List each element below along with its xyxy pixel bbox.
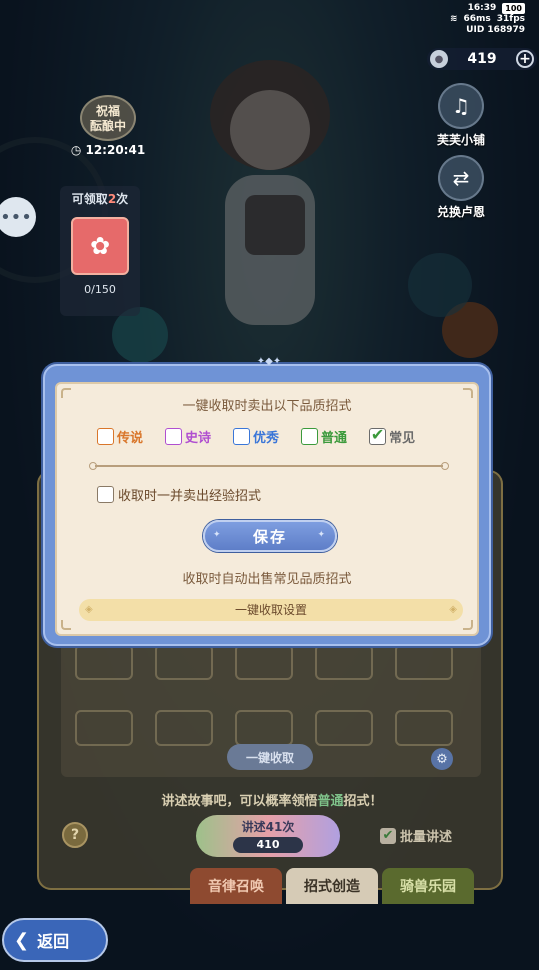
option-label: 常见 — [389, 431, 416, 446]
back-arrow-icon: ❮ — [14, 929, 30, 951]
grid-slot[interactable] — [315, 710, 373, 746]
shop-label: 芙芙小铺 — [436, 133, 485, 147]
sell-exp-label: 收取时一并卖出经验招式 — [118, 489, 262, 504]
diamond-icon: ◈ — [449, 604, 457, 615]
status-bar: 16:39 100 ≋ 66ms 31fps UID 168979 — [450, 3, 525, 36]
claim-panel: 可领取2次 ✿ 0/150 — [60, 186, 140, 316]
bottom-tabs: 音律召唤 招式创造 骑兽乐园 — [190, 868, 474, 904]
back-label: 返回 — [37, 932, 70, 951]
option-common[interactable]: ✔ 常见 — [369, 427, 415, 446]
uid-label: UID 168979 — [466, 25, 525, 35]
checkmark-icon: ✔ — [370, 425, 385, 444]
exchange-button[interactable]: ⇄ 兑换卢恩 — [426, 155, 496, 220]
corner-ornament — [61, 620, 71, 630]
exchange-label: 兑换卢恩 — [436, 205, 485, 219]
option-label: 史诗 — [185, 431, 212, 446]
checkbox[interactable]: ✔ — [369, 425, 387, 445]
claim-progress: 0/150 — [84, 283, 116, 296]
diamond-icon: ◈ — [85, 604, 93, 615]
checkbox[interactable] — [97, 428, 114, 445]
option-label: 传说 — [117, 431, 144, 446]
dialog-content: 一键收取时卖出以下品质招式 传说 史诗 优秀 普通 ✔ 常见 收取时一并卖出经验… — [55, 382, 479, 636]
option-epic[interactable]: 史诗 — [165, 427, 211, 446]
blessing-badge: 祝福 酝酿中 — [80, 95, 136, 141]
quality-options: 传说 史诗 优秀 普通 ✔ 常见 — [97, 427, 437, 446]
grid-slot[interactable] — [155, 710, 213, 746]
grid-slot[interactable] — [155, 644, 213, 680]
checkbox[interactable] — [97, 486, 114, 503]
clock-icon: ◷ — [70, 143, 82, 157]
claim-count-label: 可领取2次 — [60, 190, 140, 207]
story-prefix: 讲述故事吧，可以概率领悟 — [161, 794, 318, 809]
diamond-icon: ✦ — [213, 530, 223, 540]
blessing-line1: 祝福 — [95, 104, 120, 118]
shop-button[interactable]: ♫ 芙芙小铺 — [426, 83, 496, 148]
grid-slot[interactable] — [315, 644, 373, 680]
wifi-icon: ≋ — [449, 14, 458, 24]
tab-music-summon[interactable]: 音律召唤 — [190, 868, 282, 904]
option-label: 优秀 — [253, 431, 280, 446]
currency-display: ● 419 + — [427, 48, 537, 70]
exchange-icon: ⇄ — [438, 155, 484, 201]
setting-label: 一键收取设置 — [234, 603, 307, 617]
currency-amount: 419 — [467, 51, 497, 67]
add-currency-button[interactable]: + — [516, 50, 534, 68]
divider — [89, 462, 449, 470]
checkbox[interactable] — [301, 428, 319, 445]
narrate-cost: 410 — [233, 837, 303, 853]
blessing-timer-text: 12:20:41 — [85, 143, 146, 157]
auto-sell-note: 收取时自动出售常见品质招式 — [182, 572, 352, 587]
battery-icon: 100 — [502, 3, 525, 14]
tab-mount-park[interactable]: 骑兽乐园 — [382, 868, 474, 904]
option-normal[interactable]: 普通 — [301, 427, 347, 446]
blessing-line2: 酝酿中 — [89, 119, 126, 133]
story-suffix: 招式！ — [343, 794, 383, 809]
option-label: 普通 — [321, 431, 348, 446]
save-button[interactable]: ✦ 保存 ✦ — [203, 520, 337, 552]
blessing-widget[interactable]: 祝福 酝酿中 ◷ 12:20:41 — [70, 95, 146, 157]
grid-slot[interactable] — [75, 710, 133, 746]
story-highlight: 普通 — [317, 794, 344, 809]
gear-icon[interactable]: ⚙ — [431, 748, 453, 770]
help-button[interactable]: ? — [62, 822, 88, 848]
claim-count: 2 — [107, 192, 117, 206]
grid-slot[interactable] — [235, 710, 293, 746]
batch-narrate-toggle[interactable]: ✔ 批量讲述 — [380, 826, 452, 845]
blessing-timer: ◷ 12:20:41 — [70, 143, 146, 157]
fps-label: 31fps — [496, 14, 525, 24]
clock: 16:39 — [467, 3, 497, 13]
gift-icon[interactable]: ✿ — [71, 217, 129, 275]
save-label: 保存 — [252, 527, 287, 546]
option-excellent[interactable]: 优秀 — [233, 427, 279, 446]
ping-label: 66ms — [463, 14, 491, 24]
narrate-label: 讲述41次 — [241, 820, 295, 834]
corner-ornament — [463, 620, 473, 630]
back-button[interactable]: ❮ 返回 — [2, 918, 108, 962]
grid-slot[interactable] — [395, 644, 453, 680]
grid-slot[interactable] — [235, 644, 293, 680]
grid-slot[interactable] — [395, 710, 453, 746]
coin-icon: ● — [430, 50, 448, 68]
tab-skill-create[interactable]: 招式创造 — [286, 868, 378, 904]
dialog-title: 一键收取时卖出以下品质招式 — [182, 399, 352, 414]
checkbox[interactable] — [233, 428, 251, 445]
sell-exp-option[interactable]: 收取时一并卖出经验招式 — [97, 485, 261, 504]
story-hint: 讲述故事吧，可以概率领悟普通招式！ — [39, 790, 505, 809]
claim-prefix: 可领取 — [71, 192, 108, 206]
chat-bubble-icon: ••• — [0, 206, 32, 228]
batch-narrate-label: 批量讲述 — [400, 830, 453, 845]
option-legendary[interactable]: 传说 — [97, 427, 143, 446]
shop-icon: ♫ — [438, 83, 484, 129]
ornament-icon: ✦◆✦ — [256, 356, 282, 367]
checkbox[interactable] — [165, 428, 183, 445]
claim-suffix: 次 — [116, 192, 129, 206]
checkbox-checked-icon: ✔ — [380, 827, 396, 844]
grid-slot[interactable] — [75, 644, 133, 680]
diamond-icon: ✦ — [317, 530, 327, 540]
sell-settings-dialog: ✦◆✦ 一键收取时卖出以下品质招式 传说 史诗 优秀 普通 ✔ 常见 收取时一并… — [43, 356, 491, 646]
one-click-setting-bar: ◈ 一键收取设置 ◈ — [79, 599, 463, 621]
narrate-button[interactable]: 讲述41次 410 — [196, 815, 340, 857]
one-click-collect-button[interactable]: 一键收取 — [227, 744, 313, 770]
